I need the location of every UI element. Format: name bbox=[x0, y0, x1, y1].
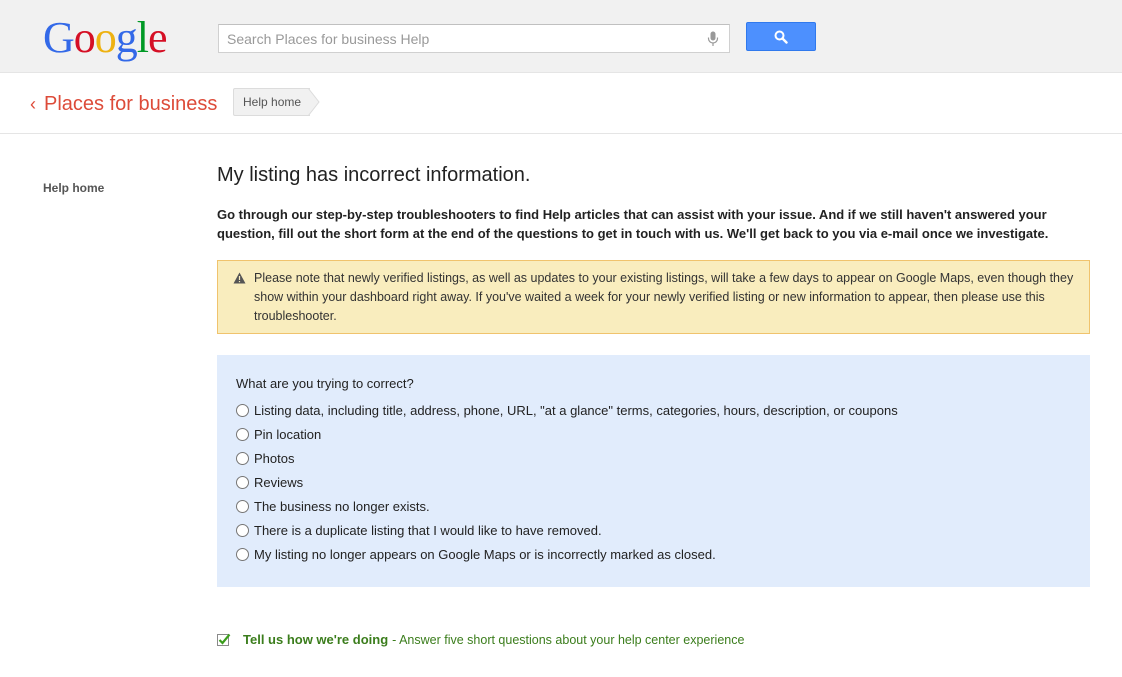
sidebar-help-home-link[interactable]: Help home bbox=[43, 181, 104, 195]
troubleshooter-question: What are you trying to correct? Listing … bbox=[217, 355, 1090, 587]
radio-button[interactable] bbox=[236, 523, 249, 537]
checkmark-icon bbox=[217, 633, 231, 646]
option-pin-location[interactable]: Pin location bbox=[236, 422, 1090, 446]
option-label: My listing no longer appears on Google M… bbox=[254, 546, 716, 562]
logo-letter: l bbox=[136, 13, 149, 62]
notice-text: Please note that newly verified listings… bbox=[254, 271, 1074, 323]
option-label: The business no longer exists. bbox=[254, 498, 430, 514]
radio-button[interactable] bbox=[236, 475, 249, 489]
logo-letter: e bbox=[148, 13, 168, 62]
radio-button[interactable] bbox=[236, 451, 249, 465]
places-for-business-link[interactable]: ‹ Places for business bbox=[30, 92, 217, 116]
chevron-left-icon: ‹ bbox=[30, 94, 36, 114]
product-header: ‹ Places for business Help home bbox=[0, 73, 1122, 134]
logo-letter: g bbox=[115, 13, 138, 62]
feedback-link[interactable]: Tell us how we're doing bbox=[243, 631, 388, 649]
option-duplicate-listing[interactable]: There is a duplicate listing that I woul… bbox=[236, 518, 1090, 542]
option-business-closed[interactable]: The business no longer exists. bbox=[236, 494, 1090, 518]
search-input[interactable] bbox=[219, 25, 699, 52]
warning-icon bbox=[233, 272, 246, 284]
search-box bbox=[218, 24, 730, 53]
option-label: Photos bbox=[254, 450, 295, 466]
radio-button[interactable] bbox=[236, 427, 249, 441]
option-photos[interactable]: Photos bbox=[236, 446, 1090, 470]
option-listing-missing[interactable]: My listing no longer appears on Google M… bbox=[236, 542, 1090, 566]
option-listing-data[interactable]: Listing data, including title, address, … bbox=[236, 398, 1090, 422]
top-bar: Google bbox=[0, 0, 1122, 73]
notice-box: Please note that newly verified listings… bbox=[217, 260, 1090, 334]
google-logo[interactable]: Google bbox=[43, 13, 168, 62]
feedback-prompt: Tell us how we're doing - Answer five sh… bbox=[217, 631, 744, 649]
logo-letter: o bbox=[94, 13, 117, 62]
option-label: Listing data, including title, address, … bbox=[254, 402, 898, 418]
question-label: What are you trying to correct? bbox=[236, 376, 414, 391]
logo-letter: o bbox=[73, 13, 96, 62]
option-label: Pin location bbox=[254, 426, 322, 442]
option-label: There is a duplicate listing that I woul… bbox=[254, 522, 602, 538]
option-reviews[interactable]: Reviews bbox=[236, 470, 1090, 494]
option-label: Reviews bbox=[254, 474, 304, 490]
radio-button[interactable] bbox=[236, 547, 249, 561]
feedback-description: - Answer five short questions about your… bbox=[392, 633, 745, 647]
product-name: Places for business bbox=[44, 93, 218, 115]
search-button[interactable] bbox=[746, 22, 816, 51]
radio-button[interactable] bbox=[236, 499, 249, 513]
page-title: My listing has incorrect information. bbox=[217, 164, 531, 186]
radio-button[interactable] bbox=[236, 403, 249, 417]
intro-text: Go through our step-by-step troubleshoot… bbox=[217, 207, 1049, 241]
search-icon bbox=[774, 30, 788, 44]
breadcrumb-help-home[interactable]: Help home bbox=[233, 88, 311, 116]
breadcrumb-arrow-icon bbox=[308, 88, 320, 116]
microphone-icon[interactable] bbox=[707, 31, 719, 47]
logo-letter: G bbox=[43, 13, 75, 62]
